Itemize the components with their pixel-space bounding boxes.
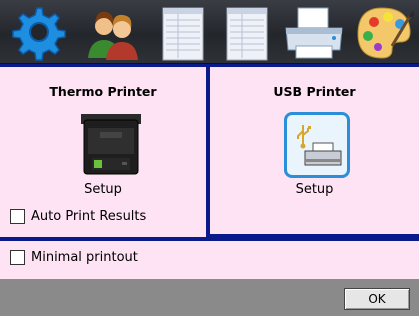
footer-bar: OK [0,279,419,316]
thermo-printer-icon[interactable] [78,110,144,178]
users-icon[interactable] [82,2,144,62]
palette-icon[interactable] [352,2,416,62]
auto-print-results-checkbox[interactable]: Auto Print Results [10,209,146,224]
thermo-printer-title: Thermo Printer [49,84,157,99]
ok-button[interactable]: OK [344,288,410,310]
usb-printer-title: USB Printer [273,84,356,99]
minimal-printout-label: Minimal printout [31,250,138,265]
minimal-printout-area: Minimal printout [0,241,419,279]
usb-printer-icon[interactable] [284,112,350,178]
page-icon[interactable] [158,2,208,62]
thermo-setup-label[interactable]: Setup [0,182,206,197]
usb-setup-label[interactable]: Setup [210,182,419,197]
page-icon[interactable] [222,2,272,62]
gear-icon[interactable] [6,2,68,62]
minimal-printout-checkbox[interactable]: Minimal printout [10,250,138,265]
auto-print-results-label: Auto Print Results [31,209,147,224]
printer-icon[interactable] [280,2,348,62]
checkbox-box[interactable] [10,209,25,224]
printer-settings-panel: Thermo Printer Setup Auto Print Results … [0,64,419,240]
toolbar [0,0,419,64]
checkbox-box[interactable] [10,250,25,265]
